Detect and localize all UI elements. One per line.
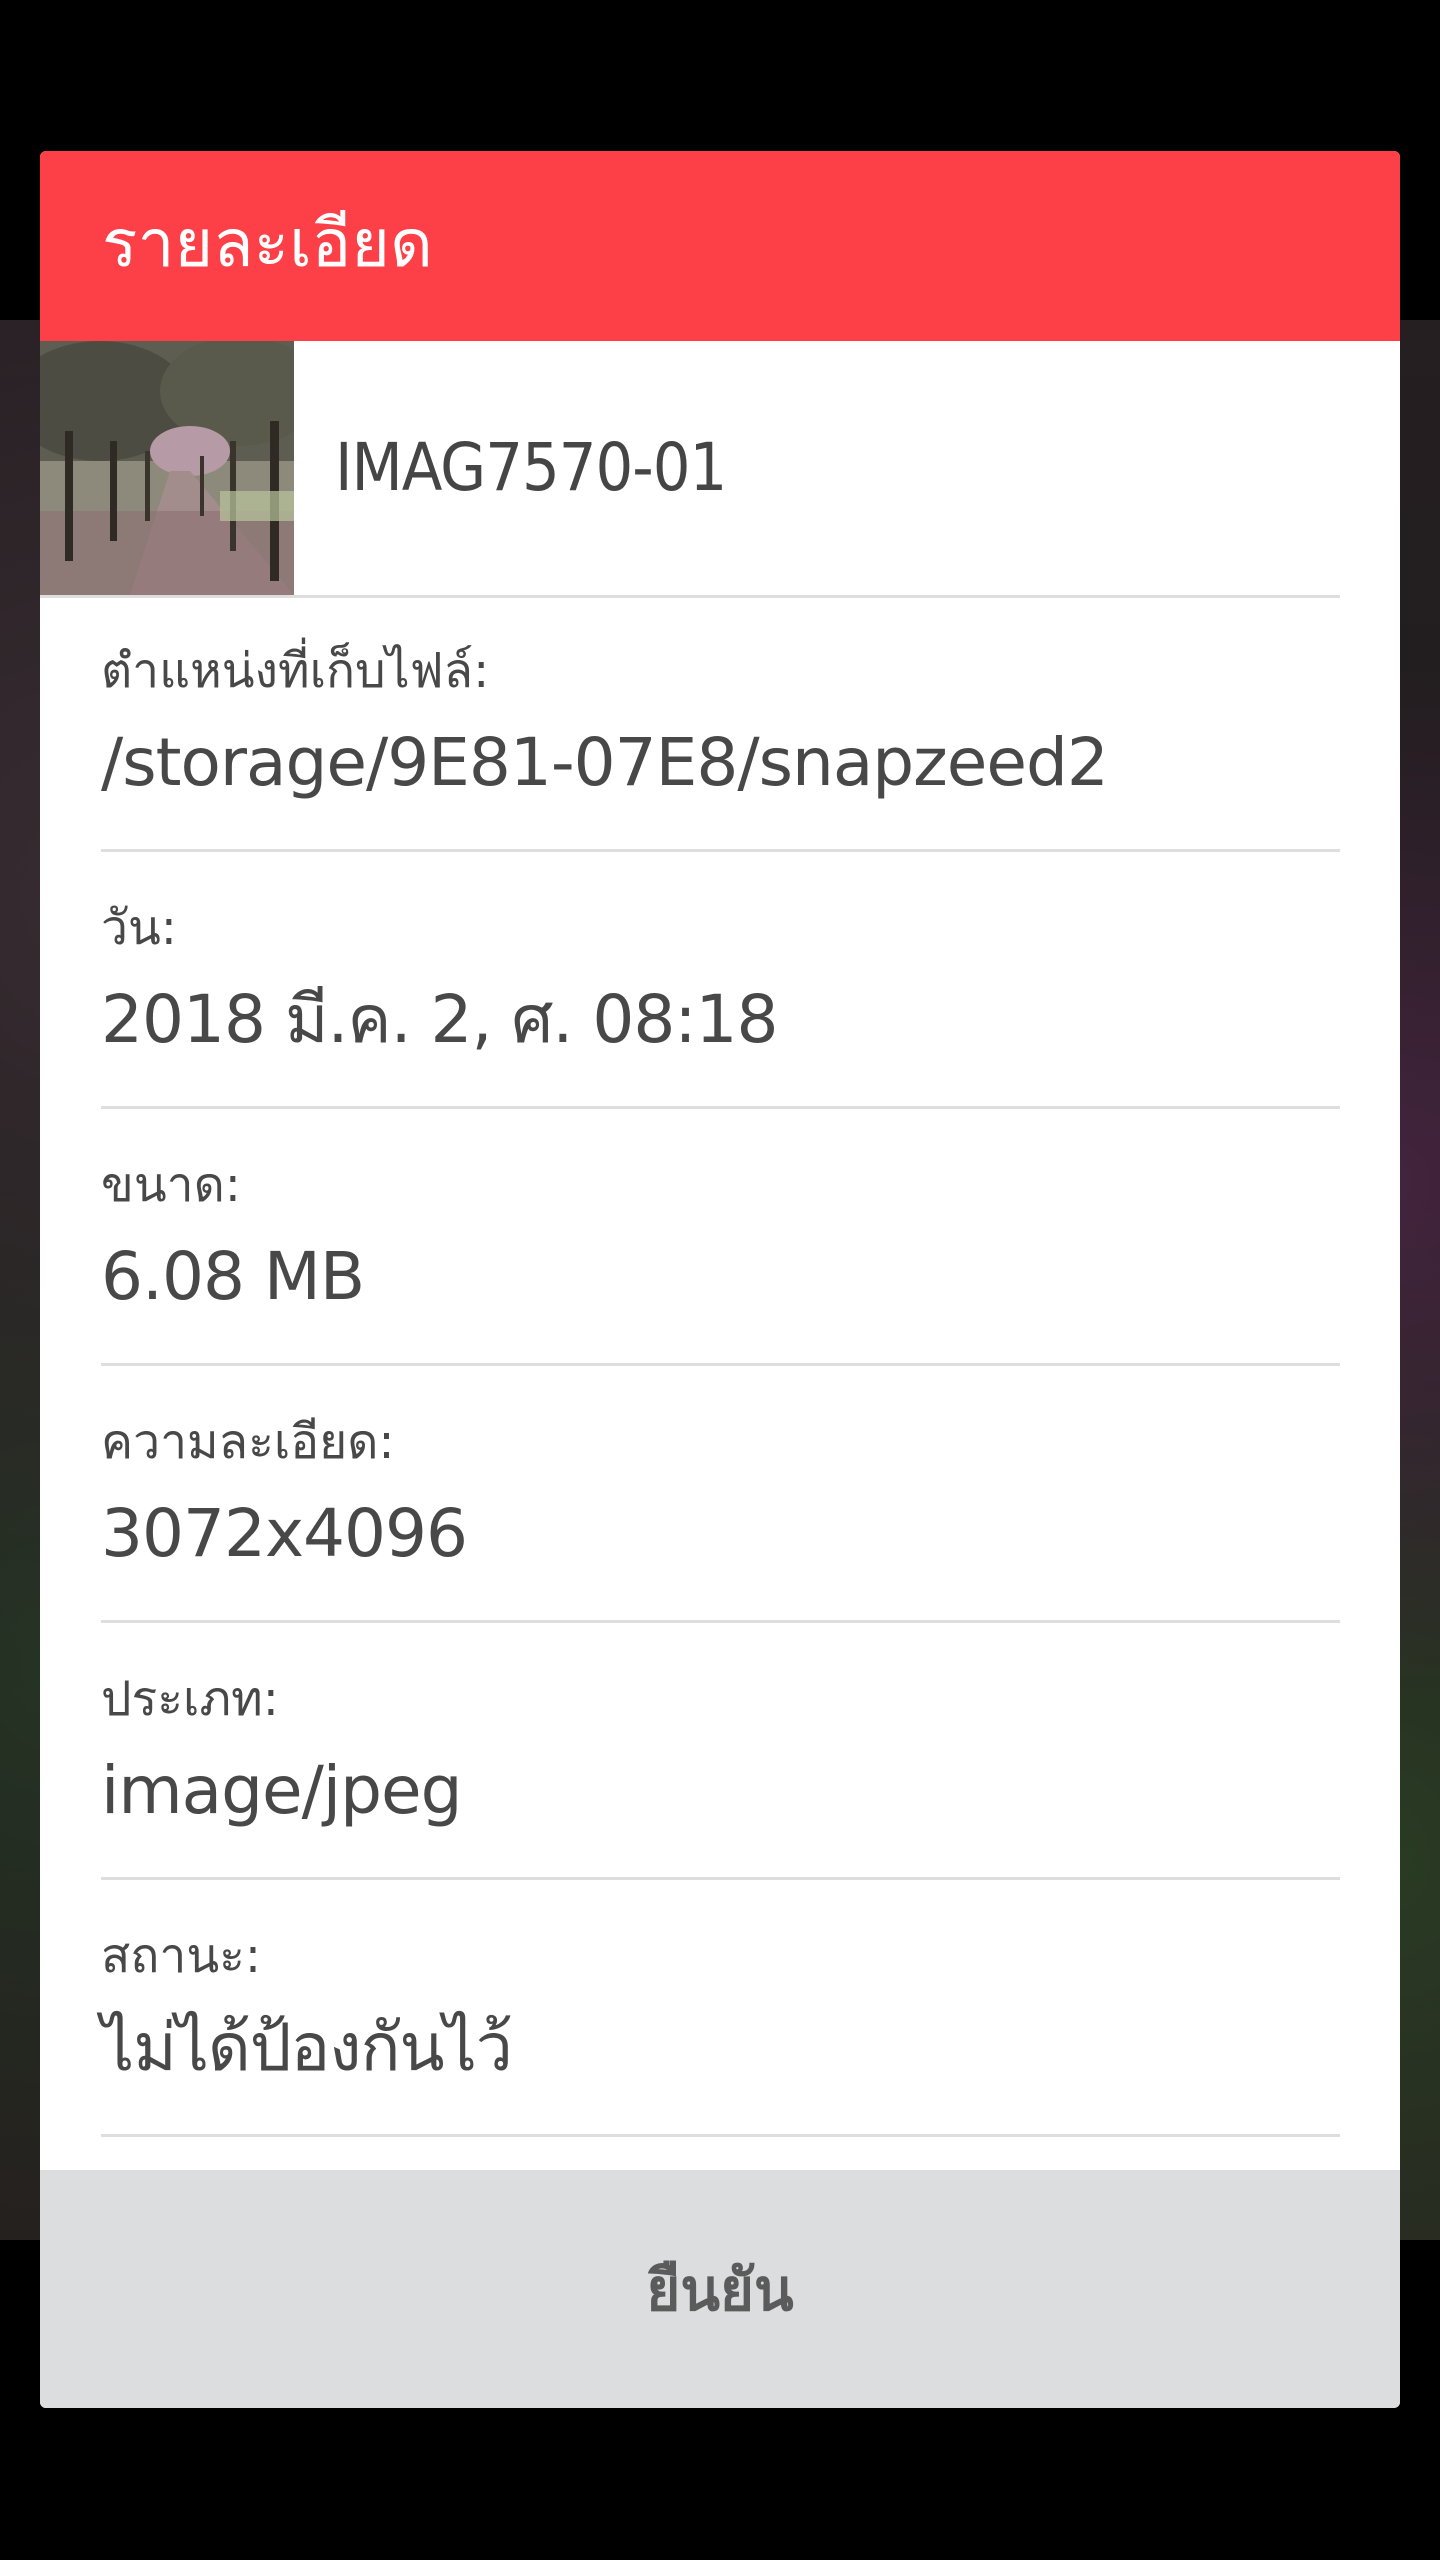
detail-value: 3072x4096 bbox=[101, 1495, 468, 1572]
detail-label: ความละเอียด: bbox=[101, 1414, 395, 1470]
detail-label: ประเภท: bbox=[101, 1671, 279, 1727]
dialog-footer: ยืนยัน bbox=[40, 2170, 1400, 2408]
detail-label: ตำแหน่งที่เก็บไฟล์: bbox=[101, 643, 490, 699]
detail-value: 2018 มี.ค. 2, ศ. 08:18 bbox=[101, 981, 779, 1058]
detail-value: ไม่ได้ป้องกันไว้ bbox=[101, 2009, 513, 2086]
dialog-header: รายละเอียด bbox=[40, 151, 1400, 341]
detail-status: สถานะ: ไม่ได้ป้องกันไว้ bbox=[101, 1883, 1340, 2137]
detail-label: สถานะ: bbox=[101, 1928, 262, 1984]
detail-value: 6.08 MB bbox=[101, 1238, 365, 1315]
detail-label: วัน: bbox=[101, 900, 177, 956]
dialog-title: รายละเอียด bbox=[102, 205, 433, 282]
detail-date: วัน: 2018 มี.ค. 2, ศ. 08:18 bbox=[101, 855, 1340, 1109]
detail-label: ขนาด: bbox=[101, 1157, 241, 1213]
detail-resolution: ความละเอียด: 3072x4096 bbox=[101, 1369, 1340, 1623]
detail-size: ขนาด: 6.08 MB bbox=[101, 1112, 1340, 1366]
confirm-button[interactable]: ยืนยัน bbox=[40, 2170, 1400, 2408]
photo-thumbnail-icon bbox=[40, 341, 294, 595]
file-name: IMAG7570-01 bbox=[335, 429, 727, 506]
detail-type: ประเภท: image/jpeg bbox=[101, 1626, 1340, 1880]
details-dialog: รายละเอียด IMAG7570-01 ตำแหน่งที่เก็บไฟล… bbox=[40, 151, 1400, 2408]
detail-value: /storage/9E81-07E8/snapzeed2 bbox=[101, 724, 1109, 801]
detail-location: ตำแหน่งที่เก็บไฟล์: /storage/9E81-07E8/s… bbox=[101, 598, 1340, 852]
file-row: IMAG7570-01 bbox=[40, 341, 1340, 598]
detail-value: image/jpeg bbox=[101, 1752, 463, 1829]
